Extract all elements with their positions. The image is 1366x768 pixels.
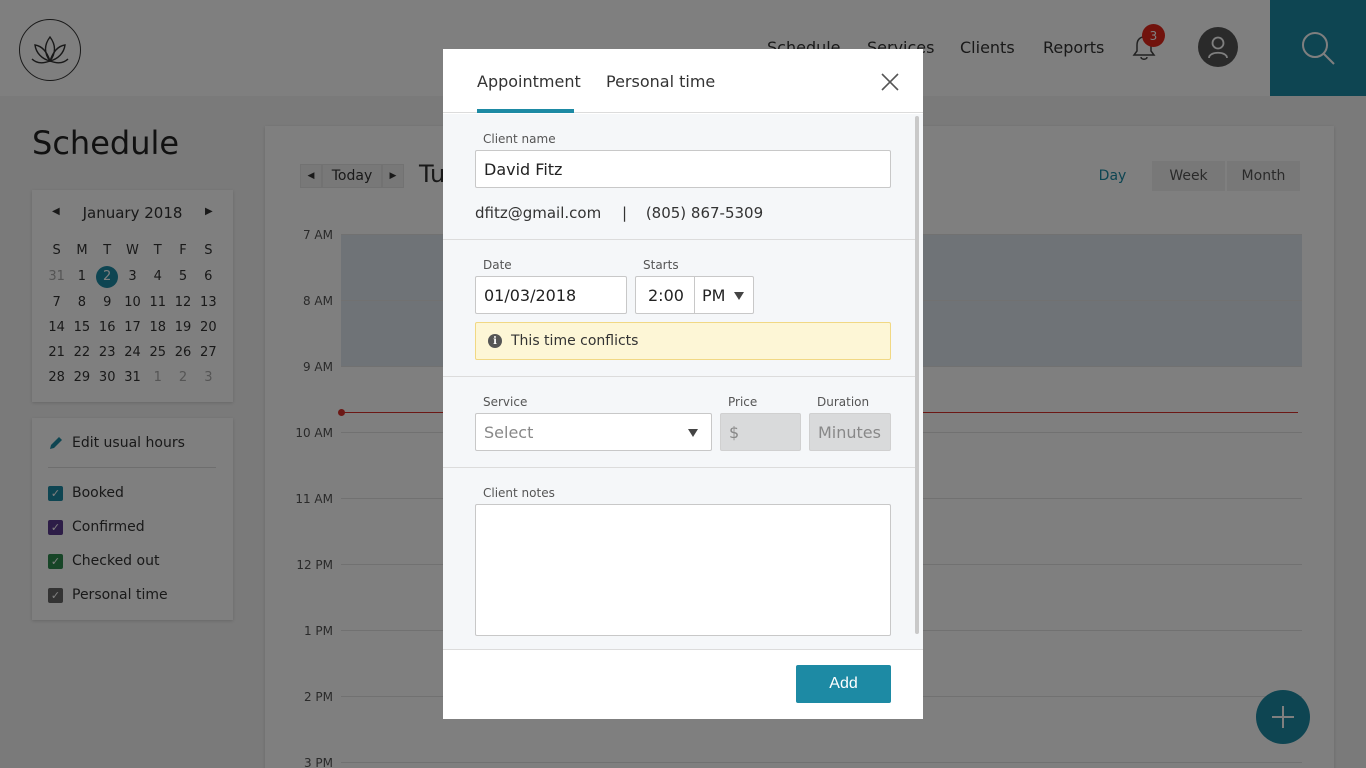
client-name-label: Client name — [483, 132, 556, 146]
client-contact-line: dfitz@gmail.com | (805) 867-5309 — [475, 204, 763, 222]
client-name-input[interactable]: David Fitz — [475, 150, 891, 188]
service-label: Service — [483, 395, 528, 409]
section-divider — [443, 239, 916, 240]
info-icon: i — [488, 334, 502, 348]
start-period-value: PM — [702, 285, 726, 305]
section-divider — [443, 467, 916, 468]
duration-input[interactable]: Minutes — [809, 413, 891, 451]
modal-footer: Add — [443, 649, 923, 719]
starts-label: Starts — [643, 258, 679, 272]
tab-personal-time[interactable]: Personal time — [606, 72, 715, 91]
client-notes-textarea[interactable] — [475, 504, 891, 636]
tab-appointment[interactable]: Appointment — [477, 72, 581, 91]
time-conflict-warning: i This time conflicts — [475, 322, 891, 360]
date-label: Date — [483, 258, 512, 272]
price-label: Price — [728, 395, 758, 409]
appointment-modal: Appointment Personal time Client name Da… — [443, 49, 923, 719]
active-tab-indicator — [477, 109, 574, 113]
client-phone[interactable]: (805) 867-5309 — [646, 204, 763, 222]
close-icon[interactable] — [880, 72, 900, 92]
client-email[interactable]: dfitz@gmail.com — [475, 204, 601, 222]
contact-separator: | — [621, 204, 628, 222]
start-time-input[interactable]: 2:00 — [635, 276, 695, 314]
date-input[interactable]: 01/03/2018 — [475, 276, 627, 314]
chevron-down-icon — [688, 429, 698, 437]
add-button[interactable]: Add — [796, 665, 891, 703]
time-conflict-message: This time conflicts — [511, 333, 639, 349]
duration-label: Duration — [817, 395, 870, 409]
service-placeholder: Select — [484, 422, 534, 442]
price-input[interactable]: $ — [720, 413, 801, 451]
chevron-down-icon — [734, 292, 744, 300]
modal-scrollbar[interactable] — [915, 116, 919, 634]
modal-tabs: Appointment Personal time — [443, 49, 923, 113]
start-period-select[interactable]: PM — [694, 276, 754, 314]
client-notes-label: Client notes — [483, 486, 555, 500]
modal-body: Client name David Fitz dfitz@gmail.com |… — [443, 114, 923, 649]
service-select[interactable]: Select — [475, 413, 712, 451]
section-divider — [443, 376, 916, 377]
